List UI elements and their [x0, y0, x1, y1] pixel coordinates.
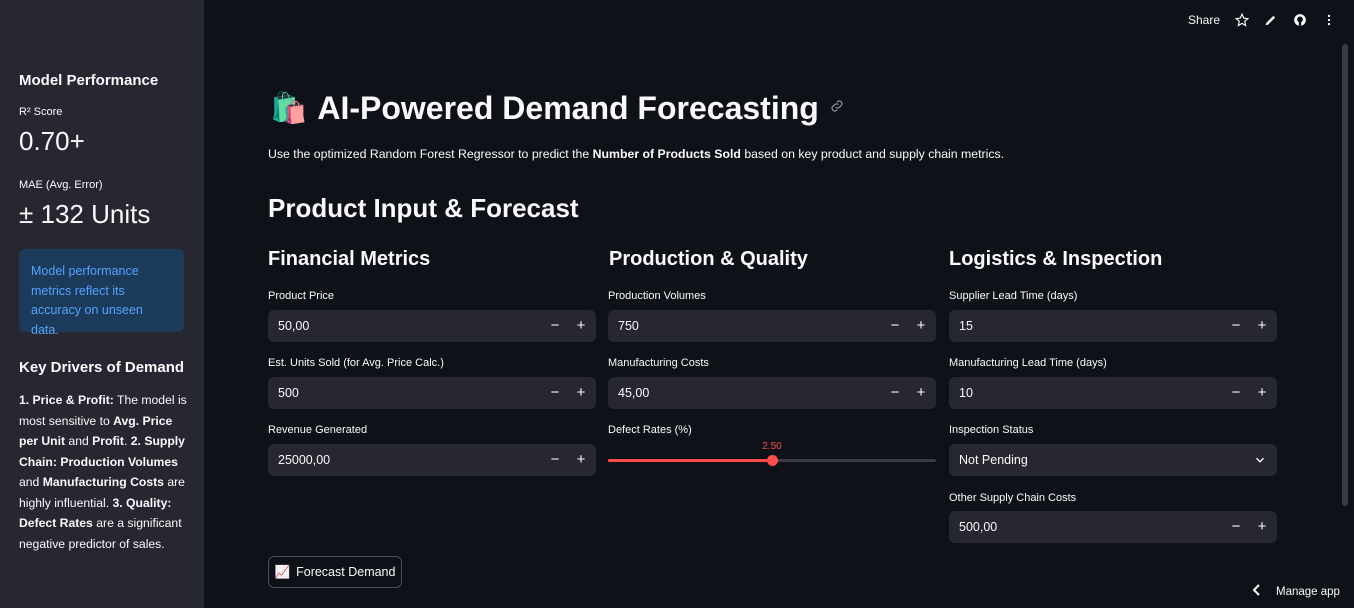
- page-title: AI-Powered Demand Forecasting: [317, 90, 819, 126]
- other-costs-input[interactable]: 500,00 − +: [949, 511, 1277, 543]
- r2-value: 0.70+: [19, 126, 85, 156]
- decrement-button[interactable]: −: [1225, 383, 1247, 403]
- mae-value: ± 132 Units: [19, 199, 151, 229]
- other-costs-label: Other Supply Chain Costs: [949, 492, 1077, 504]
- more-menu-icon[interactable]: [1322, 13, 1336, 27]
- decrement-button[interactable]: −: [1225, 517, 1247, 537]
- r2-label: R² Score: [19, 106, 63, 118]
- forecast-button-label: Forecast Demand: [296, 565, 396, 579]
- github-icon[interactable]: [1293, 13, 1307, 27]
- increment-button[interactable]: +: [1251, 316, 1273, 336]
- chart-increasing-icon: 📈: [274, 564, 291, 579]
- production-volumes-label: Production Volumes: [608, 290, 706, 302]
- inspection-status-select[interactable]: Not Pending: [949, 444, 1277, 476]
- share-button[interactable]: Share: [1188, 13, 1220, 27]
- section-heading: Product Input & Forecast: [268, 193, 579, 223]
- est-units-label: Est. Units Sold (for Avg. Price Calc.): [268, 357, 444, 369]
- decrement-button[interactable]: −: [1225, 316, 1247, 336]
- increment-button[interactable]: +: [570, 316, 592, 336]
- revenue-input[interactable]: 25000,00 − +: [268, 444, 596, 476]
- product-price-label: Product Price: [268, 290, 335, 302]
- page-scrollbar[interactable]: [1342, 44, 1348, 506]
- edit-icon[interactable]: [1264, 13, 1278, 27]
- production-quality-heading: Production & Quality: [609, 248, 808, 270]
- decrement-button[interactable]: −: [544, 450, 566, 470]
- increment-button[interactable]: +: [910, 316, 932, 336]
- increment-button[interactable]: +: [910, 383, 932, 403]
- chevron-down-icon[interactable]: [1253, 453, 1267, 467]
- key-drivers-heading: Key Drivers of Demand: [19, 359, 185, 376]
- forecast-demand-button[interactable]: 📈 Forecast Demand: [268, 556, 402, 588]
- chevron-left-icon: [1252, 584, 1262, 599]
- manage-app-button[interactable]: Manage app: [1252, 584, 1340, 599]
- slider-thumb[interactable]: [767, 455, 778, 466]
- manage-app-label: Manage app: [1276, 585, 1340, 598]
- supplier-lead-label: Supplier Lead Time (days): [949, 290, 1078, 302]
- page-title-row: 🛍️ AI-Powered Demand Forecasting: [270, 90, 845, 127]
- mae-label: MAE (Avg. Error): [19, 179, 103, 191]
- production-volumes-input[interactable]: 750 − +: [608, 310, 936, 342]
- revenue-label: Revenue Generated: [268, 424, 368, 436]
- link-icon[interactable]: [829, 98, 845, 119]
- star-icon[interactable]: [1235, 13, 1249, 27]
- increment-button[interactable]: +: [1251, 517, 1273, 537]
- sidebar: Model Performance R² Score 0.70+ MAE (Av…: [0, 0, 204, 608]
- increment-button[interactable]: +: [570, 450, 592, 470]
- financial-metrics-heading: Financial Metrics: [268, 248, 431, 270]
- defect-rates-slider[interactable]: [608, 455, 936, 466]
- est-units-input[interactable]: 500 − +: [268, 377, 596, 409]
- decrement-button[interactable]: −: [544, 316, 566, 336]
- model-performance-heading: Model Performance: [19, 72, 159, 89]
- info-alert: Model performance metrics reflect its ac…: [19, 249, 184, 337]
- manufacturing-costs-input[interactable]: 45,00 − +: [608, 377, 936, 409]
- shopping-bags-icon: 🛍️: [270, 92, 308, 125]
- supplier-lead-input[interactable]: 15 − +: [949, 310, 1277, 342]
- decrement-button[interactable]: −: [544, 383, 566, 403]
- product-price-input[interactable]: 50,00 − +: [268, 310, 596, 342]
- inspection-status-label: Inspection Status: [949, 424, 1034, 436]
- manufacturing-costs-label: Manufacturing Costs: [608, 357, 709, 369]
- increment-button[interactable]: +: [1251, 383, 1273, 403]
- defect-rates-label: Defect Rates (%): [608, 424, 692, 436]
- top-toolbar: Share: [1188, 10, 1336, 30]
- defect-rates-value: 2.50: [762, 441, 782, 452]
- key-drivers-text: 1. Price & Profit: The model is most sen…: [19, 393, 187, 551]
- increment-button[interactable]: +: [570, 383, 592, 403]
- mfg-lead-input[interactable]: 10 − +: [949, 377, 1277, 409]
- decrement-button[interactable]: −: [884, 383, 906, 403]
- mfg-lead-label: Manufacturing Lead Time (days): [949, 357, 1107, 369]
- intro-text: Use the optimized Random Forest Regresso…: [268, 147, 1005, 161]
- slider-fill: [608, 459, 772, 462]
- decrement-button[interactable]: −: [884, 316, 906, 336]
- logistics-inspection-heading: Logistics & Inspection: [949, 248, 1163, 270]
